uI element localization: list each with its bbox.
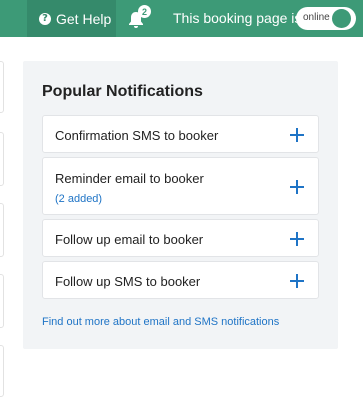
notification-count-badge: 2 bbox=[138, 5, 151, 18]
question-circle-icon: ? bbox=[39, 12, 51, 25]
online-toggle[interactable]: online bbox=[296, 7, 356, 30]
popular-notifications-panel: Popular Notifications Confirmation SMS t… bbox=[23, 61, 338, 349]
get-help-label: Get Help bbox=[56, 10, 112, 27]
left-card-edge bbox=[0, 132, 4, 186]
notification-item-confirmation-sms[interactable]: Confirmation SMS to booker bbox=[42, 115, 319, 153]
item-label: Reminder email to booker bbox=[55, 171, 204, 186]
notification-item-reminder-email[interactable]: Reminder email to booker (2 added) bbox=[42, 157, 319, 215]
item-label: Confirmation SMS to booker bbox=[55, 128, 219, 143]
item-label: Follow up SMS to booker bbox=[55, 274, 201, 289]
notifications-button[interactable]: 2 bbox=[128, 5, 151, 29]
booking-status-label: This booking page is bbox=[173, 10, 302, 26]
left-card-edge bbox=[0, 61, 4, 113]
left-card-edge bbox=[0, 203, 4, 257]
plus-icon[interactable] bbox=[290, 180, 304, 194]
find-out-more-link[interactable]: Find out more about email and SMS notifi… bbox=[42, 316, 279, 328]
left-card-edge bbox=[0, 274, 4, 328]
item-added-count: (2 added) bbox=[55, 193, 103, 205]
left-card-edge bbox=[0, 345, 4, 397]
toggle-label: online bbox=[303, 12, 330, 23]
get-help-button[interactable]: ? Get Help bbox=[27, 0, 116, 37]
plus-icon[interactable] bbox=[290, 274, 304, 288]
toggle-knob bbox=[332, 9, 351, 28]
panel-title: Popular Notifications bbox=[42, 83, 203, 100]
notification-item-followup-email[interactable]: Follow up email to booker bbox=[42, 219, 319, 257]
plus-icon[interactable] bbox=[290, 232, 304, 246]
item-label: Follow up email to booker bbox=[55, 232, 204, 247]
top-bar: ? Get Help 2 This booking page is online bbox=[0, 0, 363, 37]
notification-item-followup-sms[interactable]: Follow up SMS to booker bbox=[42, 261, 319, 299]
plus-icon[interactable] bbox=[290, 128, 304, 142]
